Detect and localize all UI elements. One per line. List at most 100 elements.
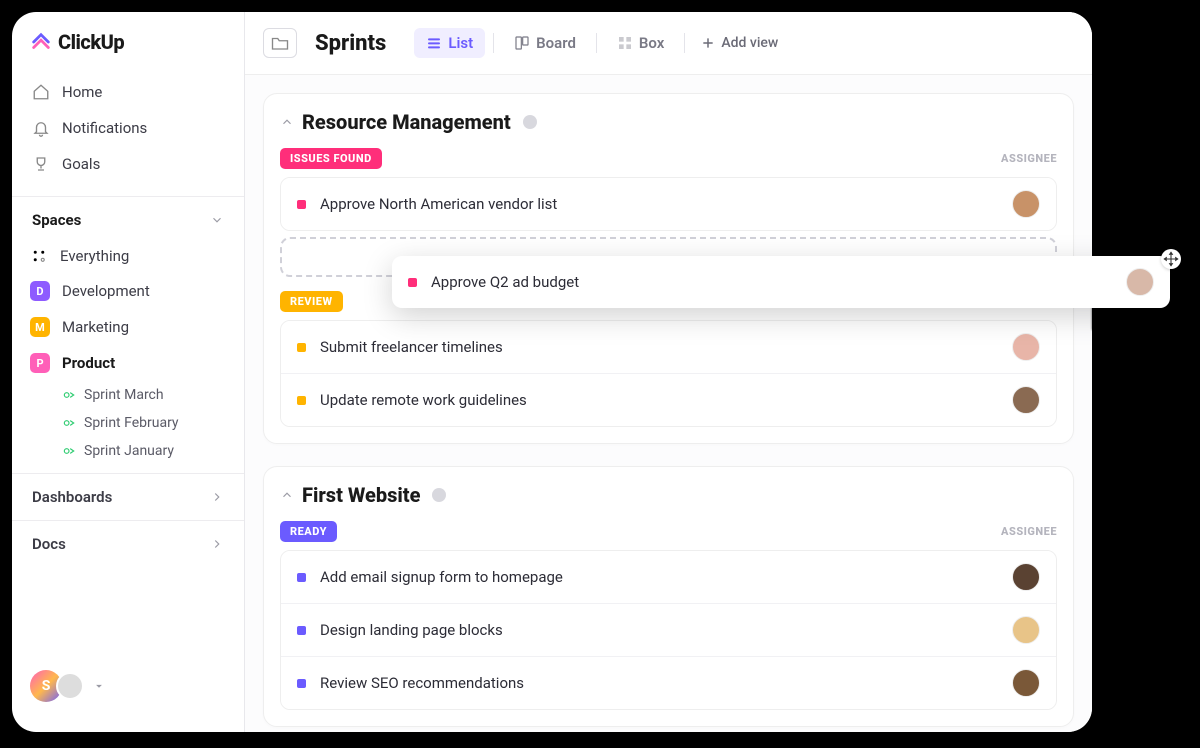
space-item-product[interactable]: PProduct bbox=[12, 345, 244, 381]
assignee-column-label: ASSIGNEE bbox=[1001, 152, 1057, 165]
spaces-header-label: Spaces bbox=[32, 211, 81, 229]
group-header[interactable]: Resource Management bbox=[280, 110, 1057, 134]
view-tab-box-label: Box bbox=[639, 34, 664, 52]
folder-glyph-icon bbox=[271, 35, 289, 51]
trophy-icon bbox=[32, 155, 50, 173]
task-status-dot bbox=[297, 573, 306, 582]
move-cursor-icon bbox=[1161, 249, 1181, 269]
sprint-icon bbox=[62, 416, 76, 430]
task-assignee-avatar[interactable] bbox=[1012, 190, 1040, 218]
sprint-item[interactable]: Sprint February bbox=[62, 409, 244, 437]
task-title: Submit freelancer timelines bbox=[320, 338, 503, 356]
chevron-right-icon bbox=[210, 490, 224, 504]
nav-notifications[interactable]: Notifications bbox=[22, 110, 234, 146]
chevron-up-icon[interactable] bbox=[280, 488, 294, 502]
task-row[interactable]: Submit freelancer timelines bbox=[281, 321, 1056, 374]
sprint-icon bbox=[62, 388, 76, 402]
chevron-down-icon bbox=[210, 213, 224, 227]
space-badge: M bbox=[30, 317, 50, 337]
box-icon bbox=[617, 35, 633, 51]
task-row[interactable]: Update remote work guidelines bbox=[281, 374, 1056, 426]
view-tabs: List Board Box Add view bbox=[414, 28, 778, 58]
status-pill[interactable]: ISSUES FOUND bbox=[280, 148, 382, 169]
space-label: Development bbox=[62, 282, 150, 300]
nav-dashboards[interactable]: Dashboards bbox=[12, 473, 244, 520]
space-everything-label: Everything bbox=[60, 247, 129, 265]
task-status-dot bbox=[408, 278, 417, 287]
task-row[interactable]: Approve North American vendor list bbox=[281, 178, 1056, 230]
task-status-dot bbox=[297, 679, 306, 688]
task-assignee-avatar[interactable] bbox=[1012, 563, 1040, 591]
sprint-item[interactable]: Sprint January bbox=[62, 437, 244, 465]
status-header-row: ISSUES FOUND ASSIGNEE bbox=[280, 148, 1057, 169]
view-tab-board-label: Board bbox=[536, 34, 576, 52]
space-label: Marketing bbox=[62, 318, 129, 336]
nav-home[interactable]: Home bbox=[22, 74, 234, 110]
task-title: Design landing page blocks bbox=[320, 621, 503, 639]
task-list: Approve North American vendor list bbox=[280, 177, 1057, 231]
dragging-task-title: Approve Q2 ad budget bbox=[431, 273, 579, 291]
nav-goals[interactable]: Goals bbox=[22, 146, 234, 182]
space-item-marketing[interactable]: M Marketing bbox=[12, 309, 244, 345]
view-tab-box[interactable]: Box bbox=[605, 28, 676, 58]
nav-dashboards-label: Dashboards bbox=[32, 488, 112, 506]
sprint-item[interactable]: Sprint March bbox=[62, 381, 244, 409]
view-separator bbox=[596, 33, 597, 53]
view-tab-list-label: List bbox=[448, 34, 473, 52]
task-row[interactable]: Add email signup form to homepage bbox=[281, 551, 1056, 604]
task-assignee-avatar[interactable] bbox=[1012, 616, 1040, 644]
bottom-nav: Dashboards Docs bbox=[12, 473, 244, 567]
status-header-row: READY ASSIGNEE bbox=[280, 521, 1057, 542]
content-area: Resource Management ISSUES FOUND ASSIGNE… bbox=[245, 75, 1092, 732]
task-title: Update remote work guidelines bbox=[320, 391, 527, 409]
chevron-right-icon bbox=[210, 537, 224, 551]
nav-docs[interactable]: Docs bbox=[12, 520, 244, 567]
sprint-label: Sprint February bbox=[84, 415, 179, 431]
space-badge: D bbox=[30, 281, 50, 301]
primary-nav: Home Notifications Goals bbox=[12, 68, 244, 188]
info-icon[interactable] bbox=[523, 115, 537, 129]
sidebar: ClickUp Home Notifications Goals Spaces … bbox=[12, 12, 245, 732]
task-list: Add email signup form to homepage Design… bbox=[280, 550, 1057, 710]
group-title: Resource Management bbox=[302, 110, 511, 134]
folder-icon[interactable] bbox=[263, 28, 297, 58]
dragging-task-card[interactable]: Approve Q2 ad budget bbox=[392, 256, 1170, 308]
logo-text: ClickUp bbox=[58, 30, 124, 54]
board-icon bbox=[514, 35, 530, 51]
main-content: Sprints List Board Box bbox=[245, 12, 1092, 732]
logo[interactable]: ClickUp bbox=[12, 30, 244, 68]
topbar: Sprints List Board Box bbox=[245, 12, 1092, 75]
status-pill[interactable]: READY bbox=[280, 521, 337, 542]
list-icon bbox=[426, 35, 442, 51]
assignee-column-label: ASSIGNEE bbox=[1001, 525, 1057, 538]
sprint-list: Sprint March Sprint February Sprint Januar… bbox=[12, 381, 244, 465]
task-assignee-avatar[interactable] bbox=[1012, 386, 1040, 414]
space-item-development[interactable]: D Development bbox=[12, 273, 244, 309]
task-row[interactable]: Design landing page blocks bbox=[281, 604, 1056, 657]
spaces-header[interactable]: Spaces bbox=[12, 196, 244, 239]
task-assignee-avatar[interactable] bbox=[1012, 333, 1040, 361]
bell-icon bbox=[32, 119, 50, 137]
clickup-logo-icon bbox=[30, 31, 52, 53]
view-separator bbox=[493, 33, 494, 53]
status-pill[interactable]: REVIEW bbox=[280, 291, 343, 312]
add-view-button[interactable]: Add view bbox=[701, 35, 778, 51]
space-everything[interactable]: Everything bbox=[12, 239, 244, 273]
user-avatar-image bbox=[56, 672, 84, 700]
sidebar-footer[interactable]: S bbox=[12, 658, 244, 714]
sprint-label: Sprint January bbox=[84, 443, 174, 459]
home-icon bbox=[32, 83, 50, 101]
info-icon[interactable] bbox=[432, 488, 446, 502]
space-label: Product bbox=[62, 354, 115, 372]
add-view-label: Add view bbox=[721, 35, 778, 51]
view-tab-list[interactable]: List bbox=[414, 28, 485, 58]
group-header[interactable]: First Website bbox=[280, 483, 1057, 507]
task-row[interactable]: Review SEO recommendations bbox=[281, 657, 1056, 709]
task-title: Approve North American vendor list bbox=[320, 195, 557, 213]
chevron-up-icon[interactable] bbox=[280, 115, 294, 129]
page-title: Sprints bbox=[315, 31, 386, 56]
group-card: First Website READY ASSIGNEE Add email s… bbox=[263, 466, 1074, 727]
view-tab-board[interactable]: Board bbox=[502, 28, 588, 58]
plus-icon bbox=[701, 36, 715, 50]
task-assignee-avatar[interactable] bbox=[1012, 669, 1040, 697]
